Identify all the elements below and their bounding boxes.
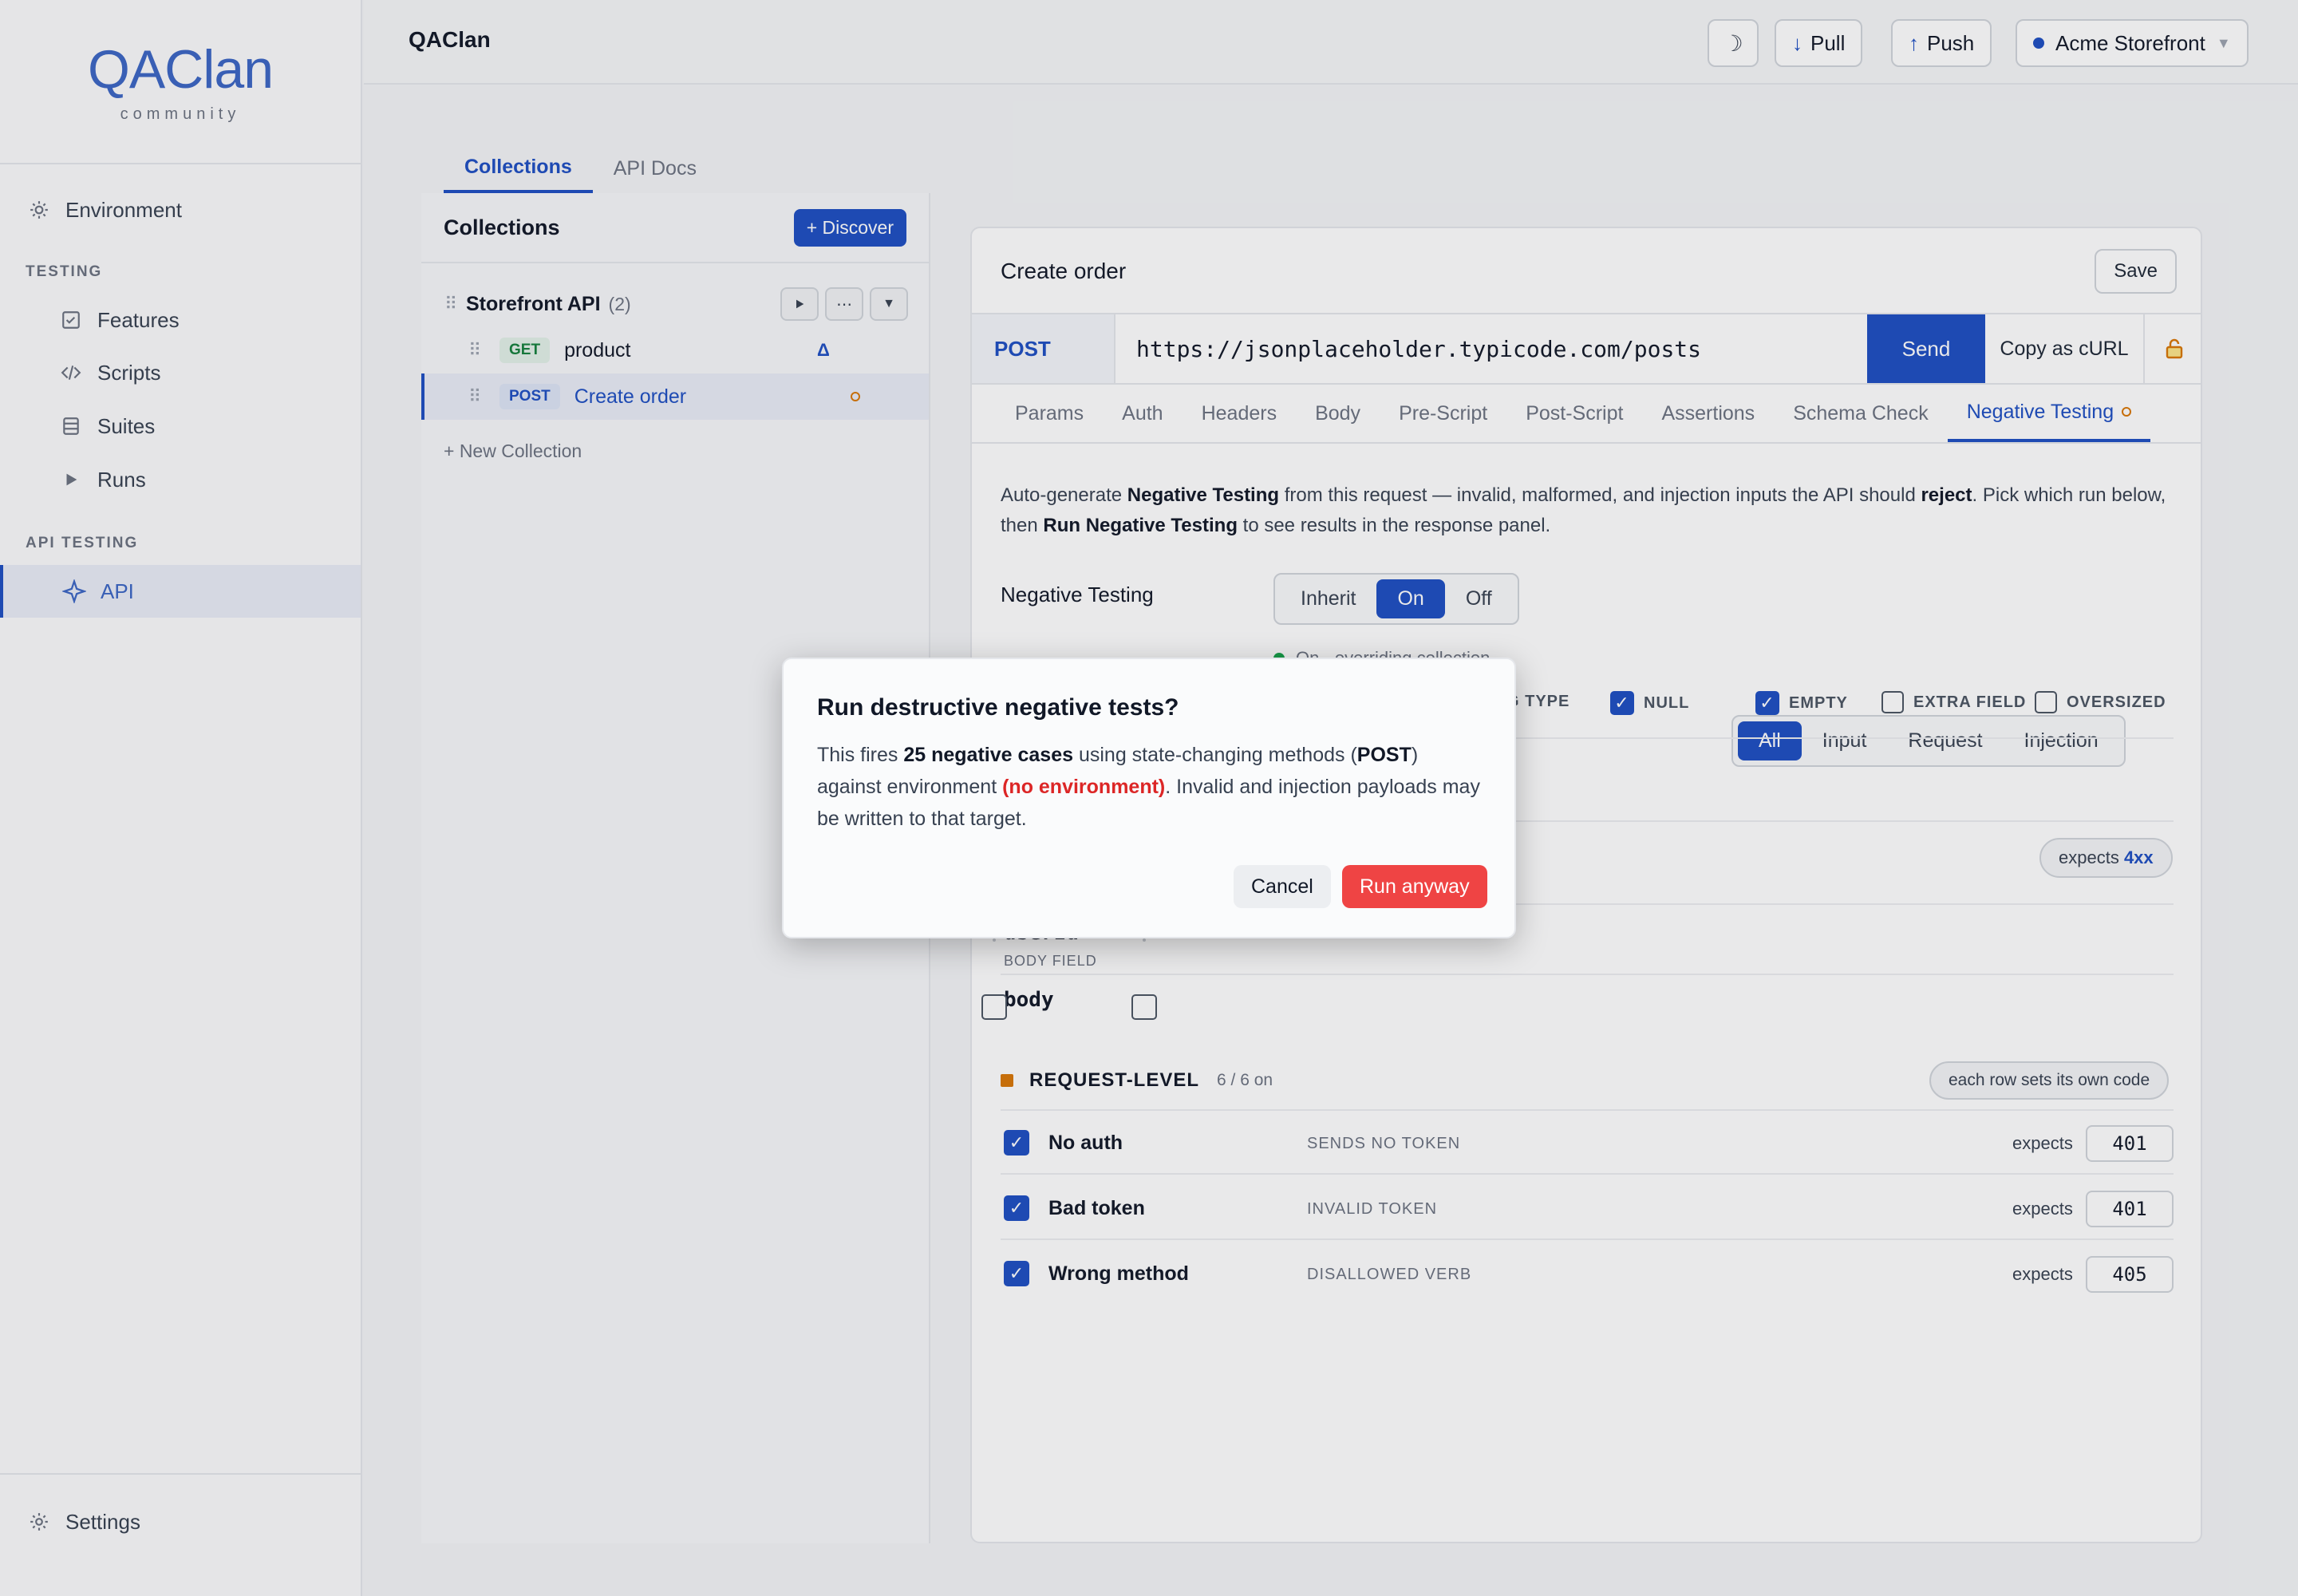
cancel-button[interactable]: Cancel [1234,865,1331,908]
dialog-title: Run destructive negative tests? [817,694,1179,721]
dialog-text: This fires [817,744,904,766]
dialog-bold: POST [1356,744,1412,766]
confirm-dialog: Run destructive negative tests? This fir… [782,658,1516,938]
dialog-text: using state-changing methods ( [1073,744,1357,766]
dialog-body: This fires 25 negative cases using state… [817,739,1487,835]
dialog-warning: (no environment) [1002,776,1166,798]
dialog-bold: 25 negative cases [903,744,1074,766]
run-anyway-button[interactable]: Run anyway [1342,865,1487,908]
